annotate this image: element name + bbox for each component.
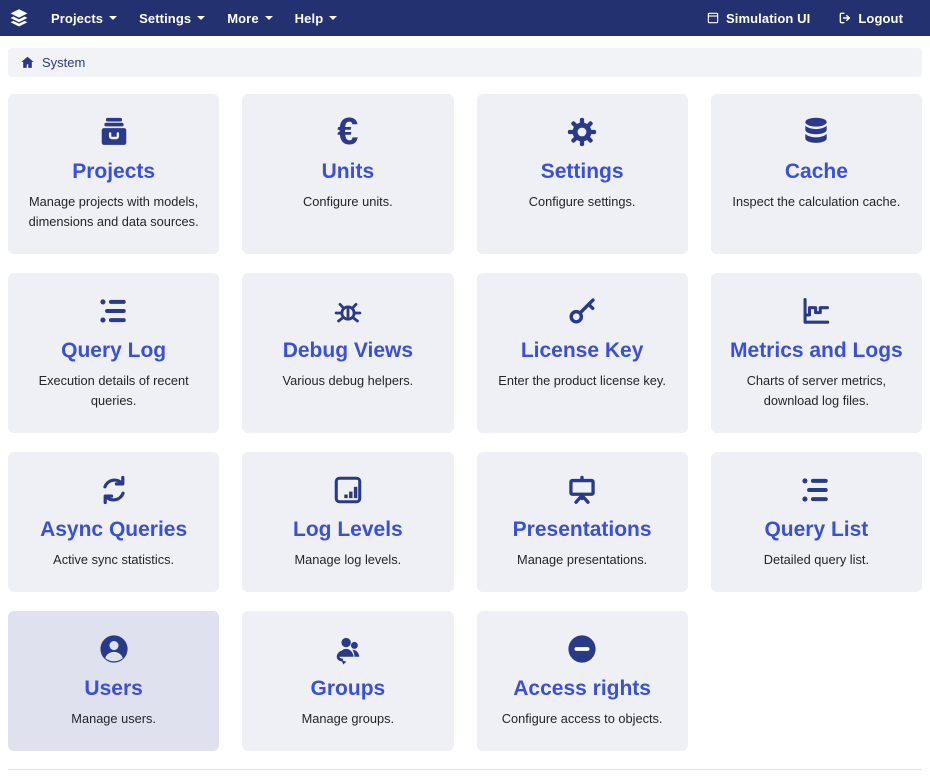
nav-item-help[interactable]: Help — [284, 0, 349, 36]
nav-item-label: Projects — [51, 11, 103, 26]
card-description: Manage groups. — [252, 709, 443, 729]
card-cache[interactable]: Cache Inspect the calculation cache. — [711, 94, 922, 254]
breadcrumb[interactable]: System — [8, 48, 922, 77]
top-navbar: Projects Settings More Help Simulati — [0, 0, 930, 36]
card-description: Detailed query list. — [721, 550, 912, 570]
caret-down-icon — [109, 16, 117, 20]
card-description: Inspect the calculation cache. — [721, 192, 912, 212]
nav-item-logout[interactable]: Logout — [827, 0, 914, 36]
card-users[interactable]: Users Manage users. — [8, 611, 219, 751]
navbar-right: Simulation UI Logout — [695, 0, 914, 36]
list-icon — [18, 293, 209, 329]
card-description: Configure settings. — [487, 192, 678, 212]
database-icon — [721, 114, 912, 150]
card-units[interactable]: € Units Configure units. — [242, 94, 453, 254]
nav-item-label: Logout — [858, 11, 903, 26]
card-log-levels[interactable]: Log Levels Manage log levels. — [242, 452, 453, 592]
card-async-queries[interactable]: Async Queries Active sync statistics. — [8, 452, 219, 592]
caret-down-icon — [197, 16, 205, 20]
logout-icon — [838, 11, 852, 25]
system-cards-grid: Projects Manage projects with models, di… — [8, 94, 922, 751]
breadcrumb-label: System — [42, 55, 85, 70]
card-title: Query List — [721, 518, 912, 542]
card-description: Various debug helpers. — [252, 371, 443, 391]
card-title: Metrics and Logs — [721, 339, 912, 363]
nav-item-label: Help — [295, 11, 324, 26]
users-group-icon — [252, 631, 443, 667]
card-groups[interactable]: Groups Manage groups. — [242, 611, 453, 751]
card-access-rights[interactable]: Access rights Configure access to object… — [477, 611, 688, 751]
user-circle-icon — [18, 631, 209, 667]
card-description: Manage presentations. — [487, 550, 678, 570]
euro-icon: € — [252, 114, 443, 150]
card-description: Active sync statistics. — [18, 550, 209, 570]
nav-item-settings[interactable]: Settings — [128, 0, 216, 36]
archive-icon — [18, 114, 209, 150]
card-description: Configure units. — [252, 192, 443, 212]
card-description: Execution details of recent queries. — [18, 371, 209, 411]
card-description: Manage log levels. — [252, 550, 443, 570]
gear-icon — [487, 114, 678, 150]
card-query-log[interactable]: Query Log Execution details of recent qu… — [8, 273, 219, 433]
card-debug-views[interactable]: Debug Views Various debug helpers. — [242, 273, 453, 433]
nav-item-simulation-ui[interactable]: Simulation UI — [695, 0, 821, 36]
card-presentations[interactable]: Presentations Manage presentations. — [477, 452, 688, 592]
card-title: Presentations — [487, 518, 678, 542]
nav-item-more[interactable]: More — [216, 0, 283, 36]
card-title: Query Log — [18, 339, 209, 363]
card-title: Settings — [487, 160, 678, 184]
card-query-list[interactable]: Query List Detailed query list. — [711, 452, 922, 592]
caret-down-icon — [329, 16, 337, 20]
navbar-menu: Projects Settings More Help — [40, 0, 348, 36]
card-title: Access rights — [487, 677, 678, 701]
card-title: Users — [18, 677, 209, 701]
log-levels-icon — [252, 472, 443, 508]
card-description: Enter the product license key. — [487, 371, 678, 391]
key-icon — [487, 293, 678, 329]
nav-item-label: Simulation UI — [726, 11, 810, 26]
bug-icon — [252, 293, 443, 329]
sync-icon — [18, 472, 209, 508]
card-description: Configure access to objects. — [487, 709, 678, 729]
card-title: Log Levels — [252, 518, 443, 542]
card-title: Async Queries — [18, 518, 209, 542]
card-title: Cache — [721, 160, 912, 184]
layers-icon[interactable] — [8, 7, 30, 29]
card-license-key[interactable]: License Key Enter the product license ke… — [477, 273, 688, 433]
home-icon — [20, 55, 35, 70]
nav-item-projects[interactable]: Projects — [40, 0, 128, 36]
step-chart-icon — [721, 293, 912, 329]
card-title: Projects — [18, 160, 209, 184]
card-description: Manage projects with models, dimensions … — [18, 192, 209, 232]
list-icon — [721, 472, 912, 508]
presentation-icon — [487, 472, 678, 508]
card-title: Groups — [252, 677, 443, 701]
nav-item-label: Settings — [139, 11, 191, 26]
card-projects[interactable]: Projects Manage projects with models, di… — [8, 94, 219, 254]
card-metrics-and-logs[interactable]: Metrics and Logs Charts of server metric… — [711, 273, 922, 433]
footer-divider — [8, 769, 922, 770]
minus-circle-icon — [487, 631, 678, 667]
card-description: Manage users. — [18, 709, 209, 729]
nav-item-label: More — [227, 11, 258, 26]
window-icon — [706, 11, 720, 25]
card-title: Units — [252, 160, 443, 184]
card-description: Charts of server metrics, download log f… — [721, 371, 912, 411]
caret-down-icon — [265, 16, 273, 20]
card-title: License Key — [487, 339, 678, 363]
card-title: Debug Views — [252, 339, 443, 363]
card-settings[interactable]: Settings Configure settings. — [477, 94, 688, 254]
